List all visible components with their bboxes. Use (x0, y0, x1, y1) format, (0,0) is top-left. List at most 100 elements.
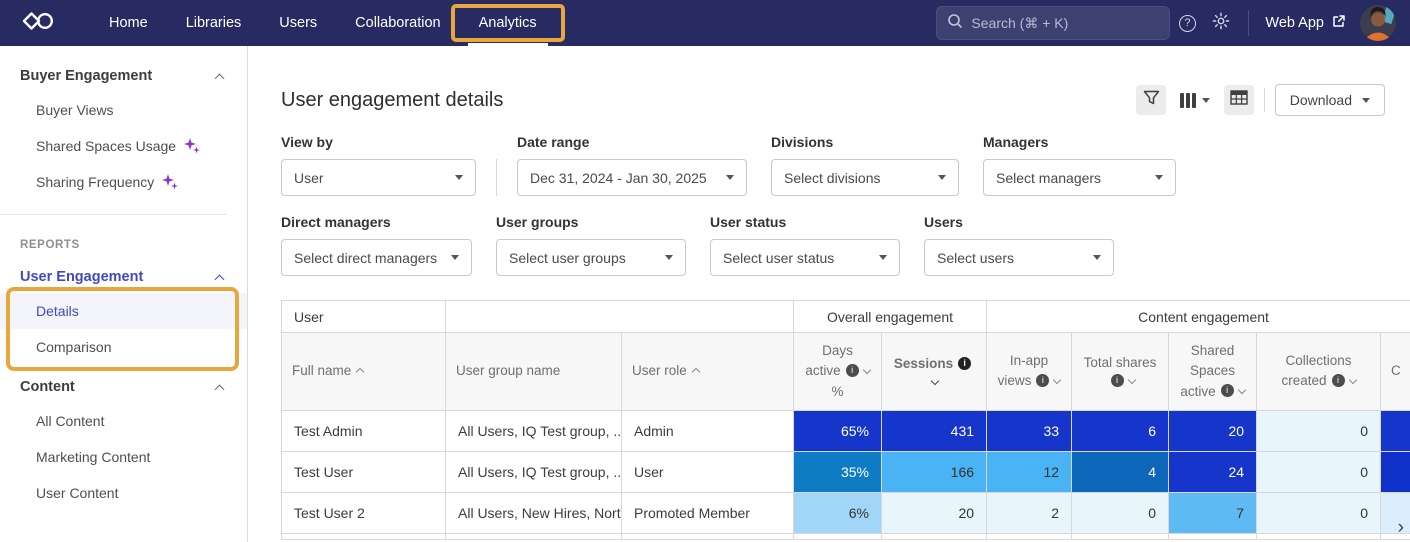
date-range-select[interactable]: Dec 31, 2024 - Jan 30, 2025 (517, 159, 747, 196)
info-icon[interactable] (1221, 384, 1234, 397)
top-nav: Home Libraries Users Collaboration Analy… (0, 0, 1410, 46)
marketing-content-label: Marketing Content (36, 449, 150, 465)
download-button[interactable]: Download (1275, 84, 1385, 116)
divisions-select[interactable]: Select divisions (771, 159, 959, 196)
web-app-link[interactable]: Web App (1265, 14, 1346, 32)
search-input[interactable] (971, 15, 1151, 31)
column-header-sessions[interactable]: Sessions (882, 333, 987, 411)
group-header-empty (446, 301, 794, 333)
info-icon[interactable] (958, 357, 971, 370)
caret-down-icon (938, 175, 946, 180)
chevron-down-icon (1053, 376, 1061, 384)
sidebar-item-shared-spaces-usage[interactable]: Shared Spaces Usage (0, 128, 247, 164)
search-icon (947, 13, 963, 34)
user-status-select[interactable]: Select user status (710, 239, 900, 276)
buyer-views-label: Buyer Views (36, 102, 114, 118)
table-row[interactable]: Test User 2 All Users, New Hires, Nort..… (282, 492, 1410, 533)
filter-user-groups: User groups Select user groups (496, 214, 686, 276)
table-view-button[interactable] (1224, 85, 1254, 115)
info-icon[interactable] (1111, 374, 1124, 387)
days-active-cell: 65% (794, 410, 882, 451)
brand-logo[interactable] (22, 9, 54, 38)
global-search[interactable] (936, 6, 1170, 40)
collections-created-cell: 0 (1257, 451, 1381, 492)
column-header-full-name[interactable]: Full name (282, 333, 446, 411)
truncated-header-label: C (1391, 363, 1401, 378)
total-shares-cell: 4 (1072, 451, 1169, 492)
help-button[interactable] (1170, 6, 1204, 40)
settings-button[interactable] (1204, 6, 1238, 40)
column-header-total-shares[interactable]: Total shares (1072, 333, 1169, 411)
column-header-truncated[interactable]: C (1381, 333, 1410, 411)
shared-spaces-cell: 24 (1169, 451, 1257, 492)
in-app-views-cell: 12 (987, 451, 1072, 492)
sidebar-item-user-content[interactable]: User Content (0, 475, 247, 511)
page-body: Buyer Engagement Buyer Views Shared Spac… (0, 46, 1410, 542)
total-shares-cell: 6 (1072, 410, 1169, 451)
sidebar-item-sharing-frequency[interactable]: Sharing Frequency (0, 164, 247, 200)
ai-sparkle-icon (184, 138, 200, 154)
direct-managers-select[interactable]: Select direct managers (281, 239, 472, 276)
caret-down-icon (1093, 255, 1101, 260)
columns-button[interactable] (1176, 85, 1214, 115)
info-icon[interactable] (1036, 374, 1049, 387)
infinity-logo-icon (22, 9, 54, 38)
filter-direct-managers: Direct managers Select direct managers (281, 214, 472, 276)
caret-down-icon (1362, 98, 1370, 103)
view-by-select[interactable]: User (281, 159, 476, 196)
nav-item-analytics-label: Analytics (479, 15, 537, 31)
filter-users: Users Select users (924, 214, 1114, 276)
user-avatar[interactable] (1360, 5, 1396, 41)
column-header-collections-created[interactable]: Collections created (1257, 333, 1381, 411)
column-header-user-role[interactable]: User role (622, 333, 794, 411)
user-engagement-submenu: Details Comparison (0, 293, 247, 365)
days-active-suffix: % (831, 384, 843, 399)
comparison-label: Comparison (36, 339, 111, 355)
user-role-cell: User (622, 451, 794, 492)
sidebar-item-all-content[interactable]: All Content (0, 403, 247, 439)
sidebar-section-content[interactable]: Content (0, 371, 247, 403)
nav-item-analytics[interactable]: Analytics (460, 0, 556, 46)
nav-item-libraries[interactable]: Libraries (167, 0, 261, 46)
user-status-value: Select user status (723, 250, 834, 266)
column-header-in-app-views[interactable]: In-app views (987, 333, 1072, 411)
column-header-shared-spaces-active[interactable]: Shared Spaces active (1169, 333, 1257, 411)
info-icon[interactable] (1332, 374, 1345, 387)
user-engagement-label: User Engagement (20, 269, 143, 285)
user-status-label: User status (710, 214, 900, 230)
users-select[interactable]: Select users (924, 239, 1114, 276)
filter-button[interactable] (1136, 85, 1166, 115)
table-column-header-row: Full name User group name User role Days… (282, 333, 1410, 411)
table-row[interactable]: Test User All Users, IQ Test group, ... … (282, 451, 1410, 492)
sidebar-section-user-engagement[interactable]: User Engagement (0, 261, 247, 293)
sidebar-item-marketing-content[interactable]: Marketing Content (0, 439, 247, 475)
nav-item-collaboration[interactable]: Collaboration (336, 0, 459, 46)
table-row[interactable]: Test Admin All Users, IQ Test group, ...… (282, 410, 1410, 451)
date-range-value: Dec 31, 2024 - Jan 30, 2025 (530, 170, 707, 186)
nav-item-users[interactable]: Users (260, 0, 336, 46)
managers-select[interactable]: Select managers (983, 159, 1176, 196)
nav-item-home[interactable]: Home (90, 0, 167, 46)
user-group-cell: All Users, IQ Test group, ... (446, 451, 622, 492)
column-header-user-group-name[interactable]: User group name (446, 333, 622, 411)
sessions-cell: 166 (882, 451, 987, 492)
buyer-engagement-label: Buyer Engagement (20, 68, 152, 84)
date-range-label: Date range (517, 134, 747, 150)
sidebar-item-buyer-views[interactable]: Buyer Views (0, 92, 247, 128)
user-groups-select[interactable]: Select user groups (496, 239, 686, 276)
filters-row-2: Direct managers Select direct managers U… (281, 214, 1410, 276)
sidebar-section-buyer-engagement[interactable]: Buyer Engagement (0, 60, 247, 92)
view-by-value: User (294, 170, 324, 186)
sidebar-item-details[interactable]: Details (0, 293, 247, 329)
chevron-down-icon (1348, 376, 1356, 384)
download-label: Download (1290, 92, 1352, 108)
page-title: User engagement details (281, 89, 503, 112)
view-by-label: View by (281, 134, 476, 150)
primary-nav: Home Libraries Users Collaboration Analy… (90, 0, 556, 46)
sidebar-item-comparison[interactable]: Comparison (0, 329, 247, 365)
shared-spaces-usage-label: Shared Spaces Usage (36, 138, 176, 154)
column-header-days-active[interactable]: Days active % (794, 333, 882, 411)
direct-managers-value: Select direct managers (294, 250, 437, 266)
scroll-right-icon[interactable]: › (1398, 517, 1404, 539)
info-icon[interactable] (846, 364, 859, 377)
